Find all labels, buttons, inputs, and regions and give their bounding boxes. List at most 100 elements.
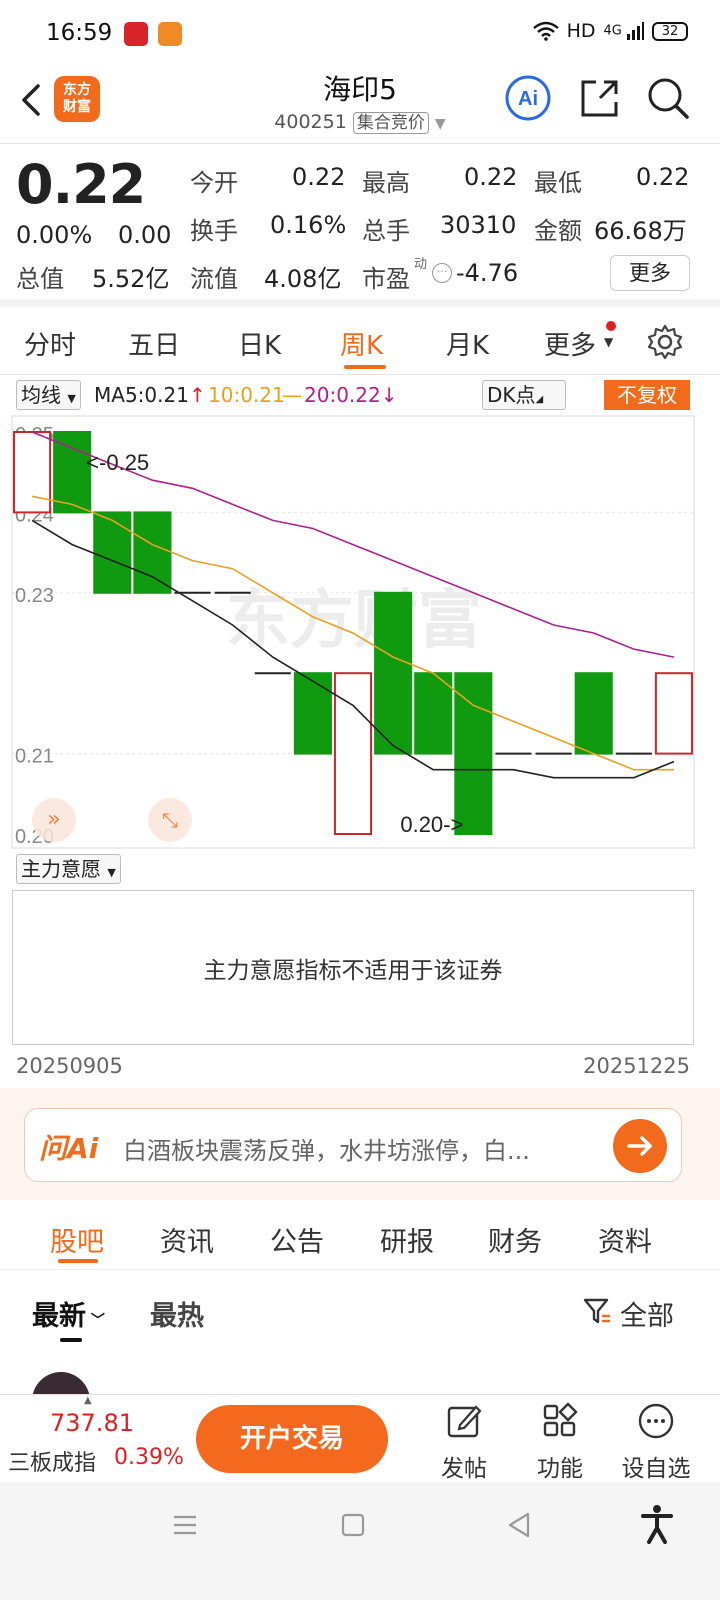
svg-text:Ai: Ai xyxy=(518,88,538,110)
post-list-peek xyxy=(0,1370,720,1394)
tab-weekly-k[interactable]: 周K xyxy=(340,325,383,362)
indicator-message: 主力意愿指标不适用于该证券 xyxy=(203,958,503,984)
index-name[interactable]: 三板成指 xyxy=(8,1445,96,1477)
candle-body xyxy=(414,672,453,755)
info-icon[interactable]: ··· xyxy=(432,263,452,283)
tab-intraday[interactable]: 分时 xyxy=(24,325,76,362)
function-button[interactable]: 功能 xyxy=(520,1401,600,1483)
high-value: 0.22 xyxy=(464,163,518,191)
tab-five-day[interactable]: 五日 xyxy=(128,325,180,362)
index-change-pct: 0.39% xyxy=(114,1445,184,1470)
auction-tag: 集合竞价 xyxy=(352,112,429,134)
tab-research[interactable]: 研报 xyxy=(380,1220,434,1259)
watchlist-label: 设自选 xyxy=(621,1456,691,1482)
post-label: 发帖 xyxy=(441,1456,487,1482)
ma20-value: 20:0.22 xyxy=(304,383,381,407)
chevron-down-icon: ﹀ xyxy=(86,1313,105,1329)
expand-icon[interactable]: ⤡ xyxy=(148,798,192,842)
candle-body xyxy=(374,591,413,755)
filter-all[interactable]: 全部 xyxy=(620,1294,674,1333)
avatar[interactable] xyxy=(32,1372,90,1394)
low-value: 0.22 xyxy=(636,163,690,191)
stock-code: 400251 xyxy=(274,111,347,133)
candle-body xyxy=(654,672,693,755)
low-label: 最低 xyxy=(534,169,582,197)
max-price-label: <-0.25 xyxy=(86,450,149,475)
volume-label: 总手 xyxy=(362,217,410,245)
dk-label: DK点 xyxy=(487,383,536,407)
kline-chart[interactable]: 0.250.240.230.210.20东方财富<-0.250.20-> » ⤡ xyxy=(0,414,720,850)
chevron-down-icon: ▼ xyxy=(107,866,116,879)
home-square-icon[interactable] xyxy=(338,1510,368,1540)
up-arrow-icon: ▲ xyxy=(84,1395,92,1406)
candle-body xyxy=(454,672,493,836)
tab-news[interactable]: 资讯 xyxy=(160,1220,214,1259)
index-value[interactable]: 737.81 xyxy=(50,1409,134,1437)
share-icon[interactable] xyxy=(576,74,624,122)
ma-legend-row: 均线 ▼ MA5:0.21↑ 10:0.21 — 20:0.22↓ DK点◢ 不… xyxy=(0,378,720,414)
ai-assistant-icon[interactable]: Ai xyxy=(504,74,552,122)
signal-icon: 4G xyxy=(603,22,644,40)
tab-more[interactable]: 更多 xyxy=(544,325,596,362)
search-icon[interactable] xyxy=(644,74,692,122)
candle-body xyxy=(574,672,613,755)
ma-selector[interactable]: 均线 ▼ xyxy=(16,380,81,410)
signal-type: 4G xyxy=(603,23,622,39)
watermark: 东方财富 xyxy=(226,584,482,658)
filter-icon[interactable] xyxy=(582,1296,612,1326)
notification-dot xyxy=(606,321,616,331)
candle-body xyxy=(293,672,332,755)
back-triangle-icon[interactable] xyxy=(504,1510,534,1540)
arrow-right-icon[interactable] xyxy=(613,1119,667,1173)
status-time: 16:59 xyxy=(46,20,113,46)
turnover-value: 0.16% xyxy=(270,211,347,239)
ma5-label: MA5:0.21↑ xyxy=(94,383,206,407)
dk-point-selector[interactable]: DK点◢ xyxy=(482,380,566,410)
end-date: 20251225 xyxy=(583,1054,690,1078)
network-type: HD xyxy=(566,20,596,42)
ai-ask-bar[interactable]: 问Ai 白酒板块震荡反弹，水井坊涨停，白... xyxy=(24,1108,682,1182)
settings-gear-icon[interactable] xyxy=(646,323,684,361)
mcap-value: 5.52亿 xyxy=(92,265,170,293)
edit-icon xyxy=(447,1405,482,1438)
system-nav-bar xyxy=(0,1482,720,1600)
ma20-label: 20:0.22↓ xyxy=(304,383,398,407)
start-date: 20250905 xyxy=(16,1054,123,1078)
no-adjust-button[interactable]: 不复权 xyxy=(604,380,690,410)
tab-profile[interactable]: 资料 xyxy=(598,1220,652,1259)
add-watchlist-button[interactable]: 设自选 xyxy=(616,1401,696,1483)
filter-latest[interactable]: 最新 ﹀ xyxy=(32,1294,105,1333)
y-tick-label: 0.23 xyxy=(15,585,54,607)
tab-announcements[interactable]: 公告 xyxy=(270,1220,324,1259)
content-tabs: 股吧 资讯 公告 研报 财务 资料 xyxy=(0,1202,720,1270)
menu-icon[interactable] xyxy=(170,1510,200,1540)
ma-separator: — xyxy=(282,383,302,407)
indicator-row: 主力意愿 ▼ xyxy=(0,852,720,888)
status-bar: 16:59 HD 4G 32 xyxy=(0,0,720,68)
tab-monthly-k[interactable]: 月K xyxy=(446,325,489,362)
chevron-down-icon: ▼ xyxy=(604,335,614,349)
scroll-left-button[interactable]: » xyxy=(32,798,76,842)
ma-selector-label: 均线 xyxy=(21,383,61,407)
accessibility-icon[interactable] xyxy=(640,1504,674,1544)
candle-body xyxy=(133,511,172,594)
filter-hot[interactable]: 最热 xyxy=(150,1294,204,1333)
amount-value: 66.68万 xyxy=(594,217,687,245)
tab-daily-k[interactable]: 日K xyxy=(238,325,281,362)
ai-logo: 问Ai xyxy=(39,1132,99,1165)
post-button[interactable]: 发帖 xyxy=(424,1401,504,1483)
float-value: 4.08亿 xyxy=(264,265,342,293)
open-account-trade-button[interactable]: 开户交易 xyxy=(196,1405,388,1473)
pe-sup: 动 xyxy=(414,257,428,272)
candle-body xyxy=(53,431,92,514)
float-label: 流值 xyxy=(190,265,238,293)
change-amount: 0.00 xyxy=(118,221,172,249)
tab-guba[interactable]: 股吧 xyxy=(50,1220,104,1259)
bottom-action-bar: ▲ 737.81 三板成指 0.39% 开户交易 发帖 功能 设自选 xyxy=(0,1394,720,1482)
more-quote-button[interactable]: 更多 xyxy=(610,255,690,291)
change-pct: 0.00% xyxy=(16,221,93,249)
last-price: 0.22 xyxy=(16,153,146,216)
tab-finance[interactable]: 财务 xyxy=(488,1220,542,1259)
indicator-selector[interactable]: 主力意愿 ▼ xyxy=(16,854,121,884)
y-tick-label: 0.21 xyxy=(15,746,54,768)
